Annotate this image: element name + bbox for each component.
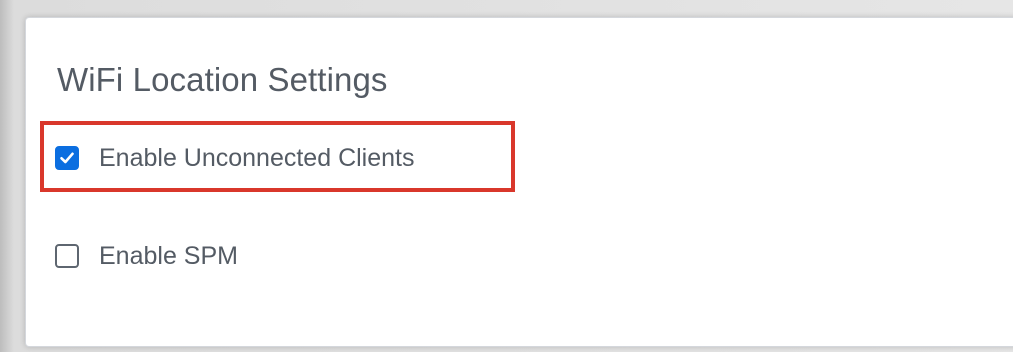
enable-unconnected-clients-checkbox[interactable] xyxy=(55,146,79,170)
enable-spm-label: Enable SPM xyxy=(99,242,238,270)
enable-spm-checkbox[interactable] xyxy=(55,244,79,268)
enable-spm-option[interactable]: Enable SPM xyxy=(55,236,238,276)
enable-unconnected-clients-label: Enable Unconnected Clients xyxy=(99,144,415,172)
enable-unconnected-clients-option[interactable]: Enable Unconnected Clients xyxy=(55,138,414,178)
panel-title: WiFi Location Settings xyxy=(57,61,388,98)
checkmark-icon xyxy=(60,152,74,164)
